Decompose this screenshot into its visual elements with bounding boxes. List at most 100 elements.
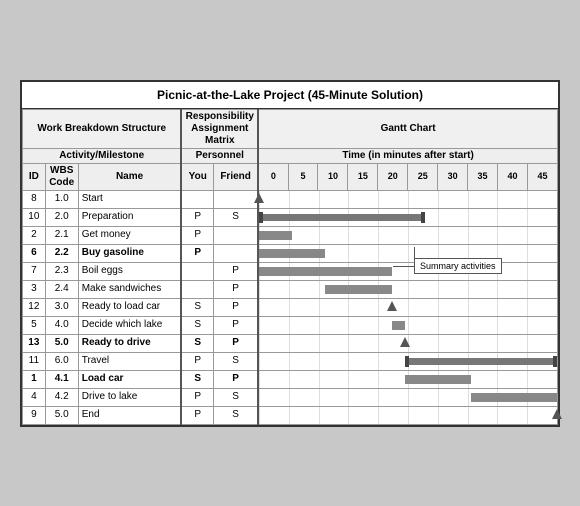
cell-id: 3 <box>23 280 46 298</box>
gantt-bar <box>392 321 405 330</box>
cell-id: 12 <box>23 298 46 316</box>
cell-id: 1 <box>23 370 46 388</box>
table-row: 32.4Make sandwiches P <box>23 280 558 298</box>
table-row: 116.0TravelPS <box>23 352 558 370</box>
cell-friend: P <box>214 280 259 298</box>
gantt-bar-cell <box>258 316 557 334</box>
cell-friend: P <box>214 334 259 352</box>
milestone-triangle <box>552 409 562 419</box>
cell-you: P <box>181 388 213 406</box>
cell-friend <box>214 190 259 208</box>
gantt-bar <box>259 231 292 240</box>
table-row: 135.0Ready to driveSP <box>23 334 558 352</box>
time-30: 30 <box>438 163 468 190</box>
time-10: 10 <box>318 163 348 190</box>
gantt-bar-cell <box>258 208 557 226</box>
cell-wbs: 3.0 <box>45 298 78 316</box>
gantt-bar-cell <box>258 406 557 424</box>
gantt-bar-cell <box>258 370 557 388</box>
cell-name: Buy gasoline <box>78 244 181 262</box>
project-title: Picnic-at-the-Lake Project (45-Minute So… <box>22 82 558 109</box>
time-5: 5 <box>288 163 318 190</box>
time-45: 45 <box>527 163 557 190</box>
table-row: 22.1Get moneyP <box>23 226 558 244</box>
cell-id: 2 <box>23 226 46 244</box>
table-row: 14.1Load carSP <box>23 370 558 388</box>
cell-wbs: 2.0 <box>45 208 78 226</box>
cell-friend: S <box>214 208 259 226</box>
milestone-triangle <box>254 193 264 203</box>
gantt-bar-cell: Summary activities <box>258 262 557 280</box>
cell-wbs: 2.2 <box>45 244 78 262</box>
col-name-header: Name <box>78 163 181 190</box>
cell-name: Make sandwiches <box>78 280 181 298</box>
col-you-header: You <box>181 163 213 190</box>
gantt-bar <box>259 214 424 221</box>
gantt-header: Gantt Chart <box>258 109 557 148</box>
cell-friend: S <box>214 406 259 424</box>
time-40: 40 <box>498 163 528 190</box>
cell-wbs: 2.1 <box>45 226 78 244</box>
cell-you: P <box>181 208 213 226</box>
cell-id: 8 <box>23 190 46 208</box>
cell-wbs: 1.0 <box>45 190 78 208</box>
gantt-bar-cell <box>258 190 557 208</box>
cell-wbs: 2.3 <box>45 262 78 280</box>
time-25: 25 <box>408 163 438 190</box>
table-row: 95.0EndPS <box>23 406 558 424</box>
ram-header: ResponsibilityAssignmentMatrix <box>181 109 258 148</box>
cell-id: 9 <box>23 406 46 424</box>
cell-id: 7 <box>23 262 46 280</box>
cell-friend <box>214 226 259 244</box>
summary-activities-label: Summary activities <box>414 258 502 275</box>
table-row: 72.3Boil eggsPSummary activities <box>23 262 558 280</box>
cell-wbs: 5.0 <box>45 334 78 352</box>
cell-id: 5 <box>23 316 46 334</box>
milestone-triangle <box>400 337 410 347</box>
col-friend-header: Friend <box>214 163 259 190</box>
cell-wbs: 6.0 <box>45 352 78 370</box>
cell-you <box>181 262 213 280</box>
cell-id: 6 <box>23 244 46 262</box>
cell-friend: S <box>214 388 259 406</box>
cell-wbs: 5.0 <box>45 406 78 424</box>
time-35: 35 <box>468 163 498 190</box>
gantt-bar <box>259 267 391 276</box>
time-header: Time (in minutes after start) <box>258 148 557 163</box>
cell-name: Get money <box>78 226 181 244</box>
col-id-header: ID <box>23 163 46 190</box>
gantt-bar-cell <box>258 334 557 352</box>
cell-id: 10 <box>23 208 46 226</box>
personnel-header: Personnel <box>181 148 258 163</box>
project-table-container: Picnic-at-the-Lake Project (45-Minute So… <box>20 80 560 427</box>
time-0: 0 <box>258 163 288 190</box>
table-row: 44.2Drive to lakePS <box>23 388 558 406</box>
main-table: Work Breakdown Structure ResponsibilityA… <box>22 109 558 425</box>
wbs-header: Work Breakdown Structure <box>23 109 182 148</box>
cell-id: 13 <box>23 334 46 352</box>
cell-name: Load car <box>78 370 181 388</box>
col-wbs-header: WBS Code <box>45 163 78 190</box>
cell-name: Start <box>78 190 181 208</box>
cell-friend: P <box>214 370 259 388</box>
time-15: 15 <box>348 163 378 190</box>
gantt-bar-cell <box>258 280 557 298</box>
gantt-bar-cell <box>258 226 557 244</box>
cell-name: End <box>78 406 181 424</box>
cell-friend <box>214 244 259 262</box>
activity-header: Activity/Milestone <box>23 148 182 163</box>
gantt-bar-cell <box>258 388 557 406</box>
gantt-bar <box>405 358 557 365</box>
cell-wbs: 4.0 <box>45 316 78 334</box>
cell-you: P <box>181 406 213 424</box>
time-20: 20 <box>378 163 408 190</box>
cell-wbs: 2.4 <box>45 280 78 298</box>
table-row: 102.0PreparationPS <box>23 208 558 226</box>
cell-name: Boil eggs <box>78 262 181 280</box>
cell-you: P <box>181 352 213 370</box>
gantt-bar <box>471 393 557 402</box>
cell-you <box>181 280 213 298</box>
cell-you <box>181 190 213 208</box>
gantt-bar-cell <box>258 298 557 316</box>
cell-you: S <box>181 370 213 388</box>
